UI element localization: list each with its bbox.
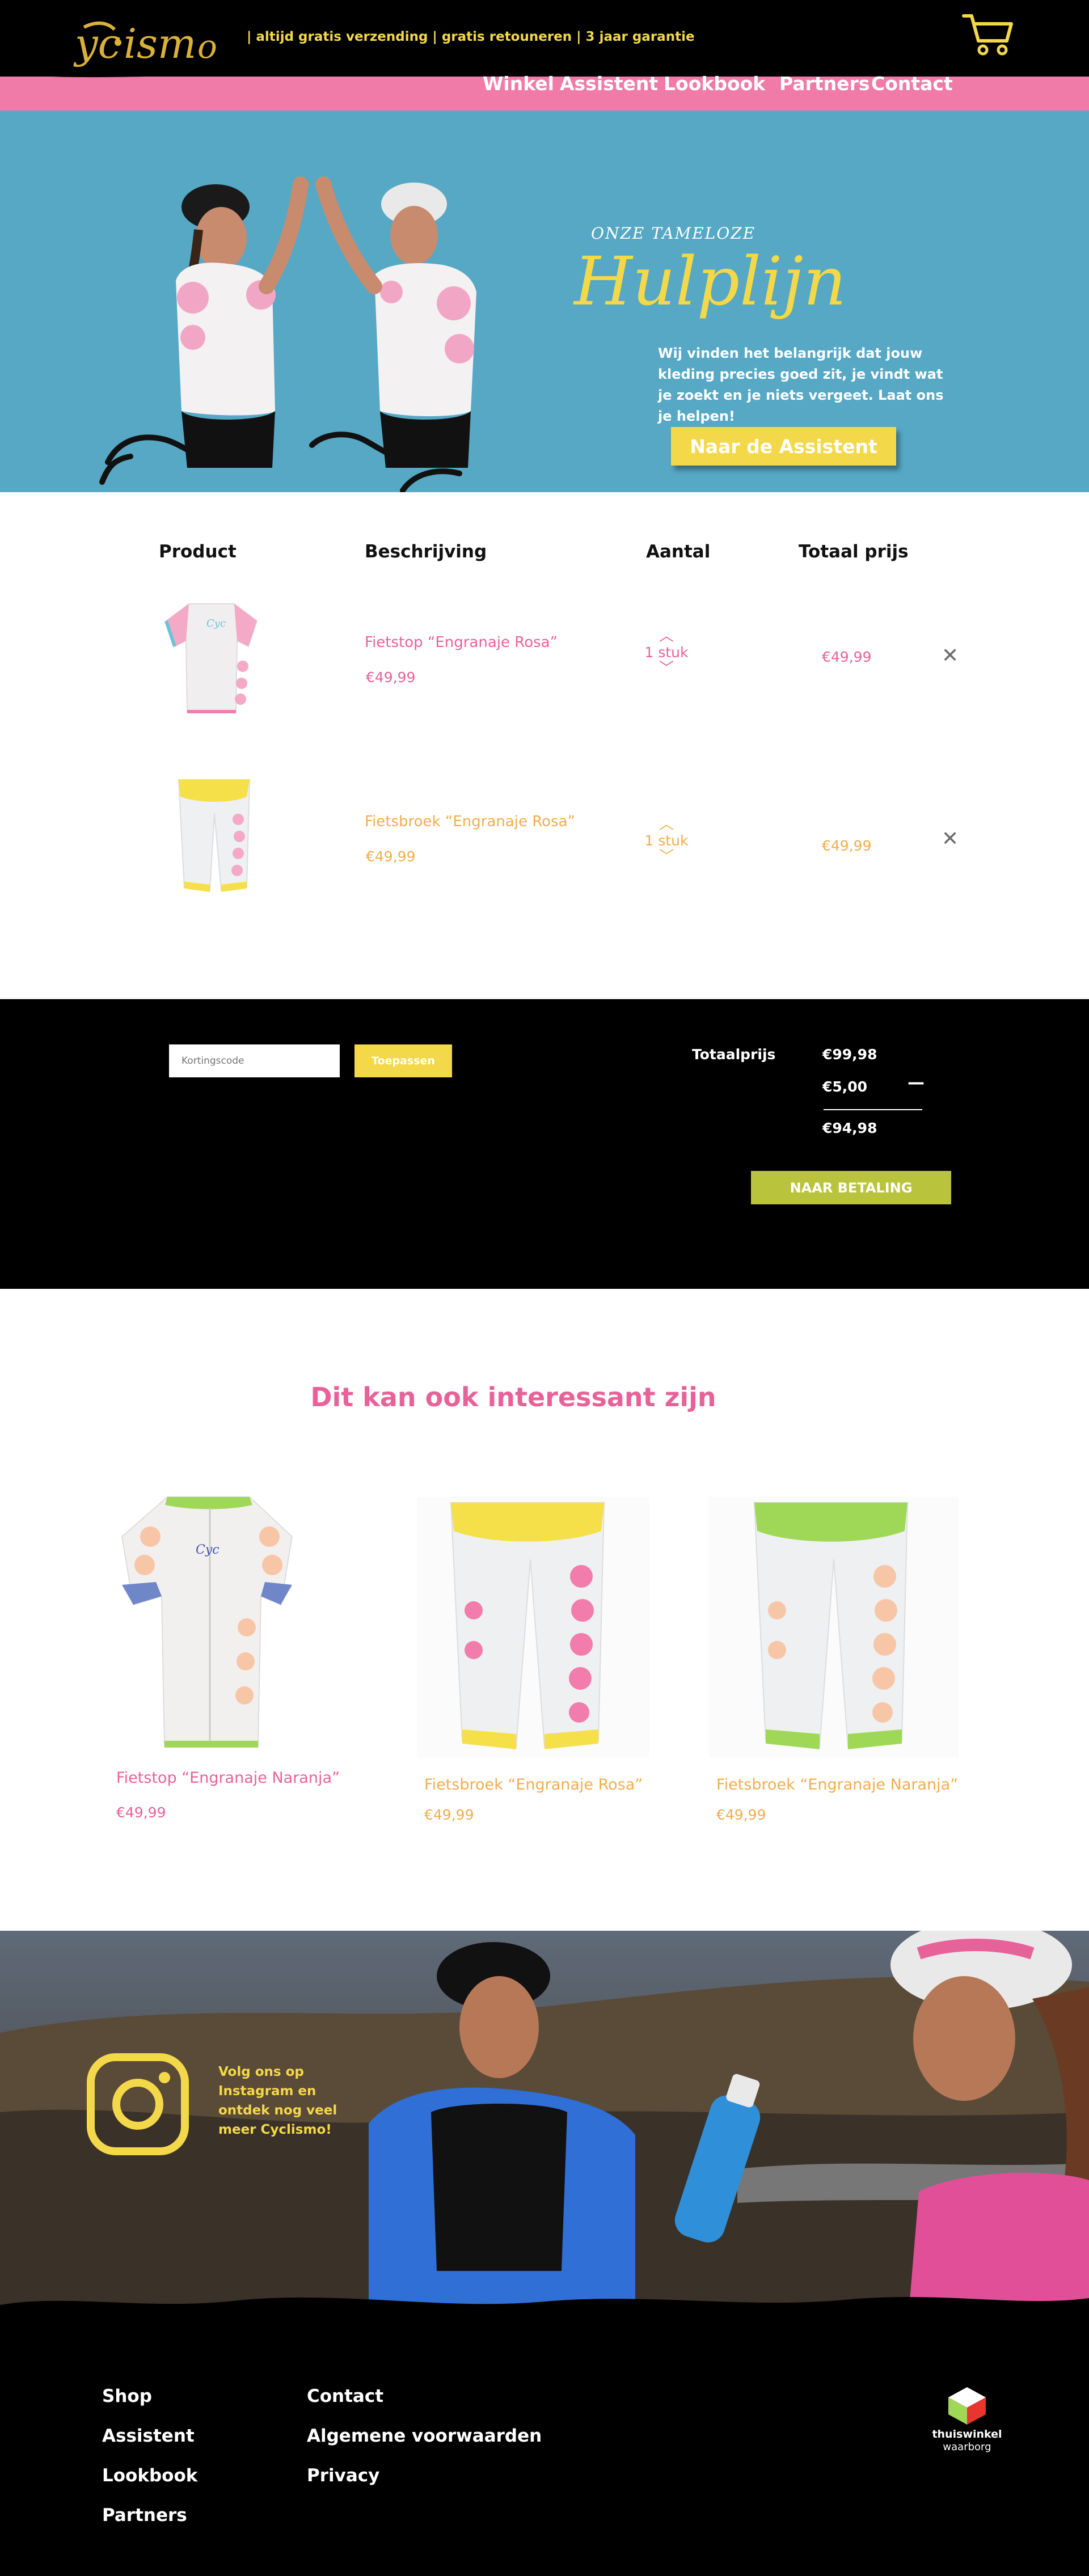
suggestion-name[interactable]: Fietsbroek “Engranaje Naranja” bbox=[716, 1776, 958, 1794]
close-icon[interactable]: ✕ bbox=[942, 644, 959, 667]
quantity-increase-icon[interactable]: ︿ bbox=[635, 628, 698, 644]
hero-cyclists-image bbox=[99, 176, 476, 492]
suggestion-image-shorts-rosa[interactable] bbox=[417, 1497, 649, 1758]
nav-assistent[interactable]: Assistent bbox=[560, 73, 658, 95]
column-header-description: Beschrijving bbox=[365, 542, 487, 562]
svg-text:Cyc: Cyc bbox=[196, 1543, 220, 1557]
trust-badge-sub: waarborg bbox=[943, 2441, 991, 2453]
site-header: yc ism o | altijd gratis verzending | gr… bbox=[0, 0, 1089, 111]
quantity-decrease-icon[interactable]: ﹀ bbox=[635, 849, 698, 865]
suggestion-name[interactable]: Fietsbroek “Engranaje Rosa” bbox=[424, 1776, 643, 1794]
footer-link-lookbook[interactable]: Lookbook bbox=[102, 2465, 197, 2486]
quantity-increase-icon[interactable]: ︿ bbox=[635, 817, 698, 832]
nav-contact[interactable]: Contact bbox=[871, 73, 953, 95]
order-totals-bar: Toepassen Totaalprijs €99,98 €5,00 — €94… bbox=[0, 999, 1089, 1289]
grand-total-value: €94,98 bbox=[822, 1120, 877, 1136]
nav-winkel[interactable]: Winkel bbox=[483, 73, 554, 95]
quantity-stepper: ︿ 1 stuk ﹀ bbox=[635, 817, 698, 865]
instagram-cta-text[interactable]: Volg ons op Instagram en ontdek nog veel… bbox=[218, 2062, 343, 2139]
column-header-total: Totaal prijs bbox=[799, 542, 909, 562]
discount-value: €5,00 bbox=[822, 1078, 868, 1095]
cart-item-price: €49,99 bbox=[366, 848, 416, 865]
totals-divider bbox=[824, 1109, 922, 1110]
footer-link-privacy[interactable]: Privacy bbox=[307, 2465, 379, 2486]
cart-item-name[interactable]: Fietsbroek “Engranaje Rosa” bbox=[365, 813, 575, 830]
trust-badge-name: thuiswinkel bbox=[932, 2428, 1002, 2440]
svg-text:ism: ism bbox=[124, 20, 196, 67]
shopping-cart-icon[interactable] bbox=[961, 11, 1014, 57]
logo-graphic: yc ism o bbox=[73, 20, 217, 67]
minus-sign: — bbox=[907, 1073, 925, 1093]
suggestion-image-jersey-naranja[interactable]: Cyc bbox=[116, 1491, 301, 1758]
suggestion-name[interactable]: Fietstop “Engranaje Naranja” bbox=[116, 1769, 340, 1787]
nav-partners[interactable]: Partners bbox=[779, 73, 869, 95]
suggestions-heading: Dit kan ook interessant zijn bbox=[310, 1382, 716, 1412]
quantity-value: 1 stuk bbox=[644, 832, 689, 849]
column-header-product: Product bbox=[159, 542, 237, 562]
product-image-shorts-rosa[interactable] bbox=[170, 774, 258, 899]
svg-text:Cyc: Cyc bbox=[206, 617, 226, 629]
checkout-button[interactable]: NAAR BETALING bbox=[751, 1171, 951, 1204]
quantity-decrease-icon[interactable]: ﹀ bbox=[635, 661, 698, 676]
cart-item-total: €49,99 bbox=[822, 649, 872, 665]
product-image-jersey-rosa[interactable]: Cyc bbox=[163, 598, 260, 717]
to-assistant-button[interactable]: Naar de Assistent bbox=[671, 427, 896, 466]
footer-link-terms[interactable]: Algemene voorwaarden bbox=[307, 2426, 542, 2446]
cart-item-name[interactable]: Fietstop “Engranaje Rosa” bbox=[365, 634, 558, 651]
cart-item-price: €49,99 bbox=[366, 669, 416, 686]
instagram-icon[interactable] bbox=[86, 2053, 189, 2156]
suggestion-image-shorts-naranja[interactable] bbox=[709, 1497, 959, 1758]
suggestion-price: €49,99 bbox=[116, 1804, 166, 1821]
hero-description: Wij vinden het belangrijk dat jouw kledi… bbox=[658, 345, 944, 424]
hero-banner: ONZE TAMELOZE Hulplijn Wij vinden het be… bbox=[0, 111, 1089, 492]
usp-tagline: | altijd gratis verzending | gratis reto… bbox=[247, 29, 695, 44]
nav-lookbook[interactable]: Lookbook bbox=[664, 73, 765, 95]
cyclismo-logo[interactable]: yc ism o bbox=[73, 11, 220, 74]
footer-link-contact[interactable]: Contact bbox=[307, 2386, 383, 2406]
total-price-label: Totaalprijs bbox=[692, 1046, 776, 1063]
footer-link-partners[interactable]: Partners bbox=[102, 2505, 187, 2526]
close-icon[interactable]: ✕ bbox=[942, 827, 959, 851]
quantity-stepper: ︿ 1 stuk ﹀ bbox=[635, 628, 698, 676]
instagram-banner: Volg ons op Instagram en ontdek nog veel… bbox=[0, 1931, 1089, 2328]
suggestion-price: €49,99 bbox=[424, 1807, 474, 1823]
cart-item-total: €49,99 bbox=[822, 837, 872, 854]
site-footer: Shop Assistent Lookbook Partners Contact… bbox=[0, 2313, 1089, 2576]
hero-kicker: ONZE TAMELOZE bbox=[591, 224, 756, 243]
footer-link-assistent[interactable]: Assistent bbox=[102, 2426, 195, 2446]
suggestion-price: €49,99 bbox=[716, 1807, 766, 1823]
hero-title: Hulplijn bbox=[574, 242, 847, 320]
svg-text:o: o bbox=[197, 27, 217, 66]
footer-link-shop[interactable]: Shop bbox=[102, 2386, 152, 2406]
quantity-value: 1 stuk bbox=[644, 644, 689, 661]
column-header-quantity: Aantal bbox=[646, 542, 711, 562]
apply-coupon-button[interactable]: Toepassen bbox=[354, 1044, 452, 1077]
main-nav: Winkel Assistent Lookbook Partners Conta… bbox=[0, 73, 1089, 104]
coupon-code-input[interactable] bbox=[169, 1044, 340, 1077]
subtotal-value: €99,98 bbox=[822, 1046, 877, 1063]
